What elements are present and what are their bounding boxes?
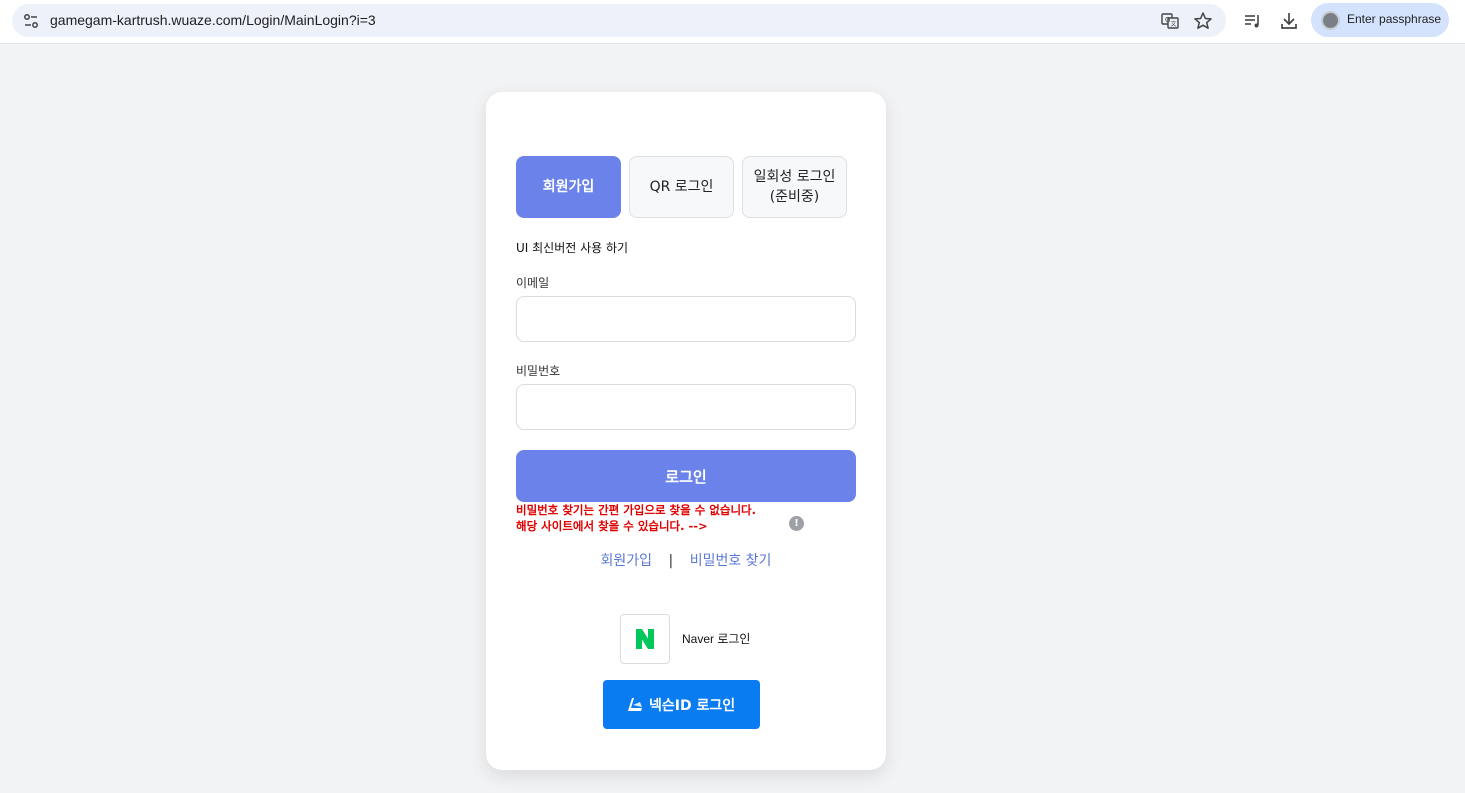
reading-list-icon[interactable] <box>1243 11 1263 31</box>
browser-toolbar: gamegam-kartrush.wuaze.com/Login/MainLog… <box>0 0 1465 44</box>
email-field[interactable] <box>516 296 856 342</box>
profile-button[interactable]: Enter passphrase <box>1311 3 1449 37</box>
nexon-id-login-button[interactable]: 넥슨ID 로그인 <box>603 680 760 729</box>
tab-one-time-login[interactable]: 일회성 로그인 (준비중) <box>742 156 847 218</box>
site-info-icon[interactable] <box>22 12 40 30</box>
url-text[interactable]: gamegam-kartrush.wuaze.com/Login/MainLog… <box>50 12 376 28</box>
naver-login-label[interactable]: Naver 로그인 <box>682 630 750 647</box>
login-card: 회원가입 QR 로그인 일회성 로그인 (준비중) UI 최신버전 사용 하기 … <box>486 92 886 770</box>
nexon-logo-icon <box>628 698 642 711</box>
account-links: 회원가입 | 비밀번호 찾기 <box>486 550 886 570</box>
svg-text:文: 文 <box>1171 20 1177 28</box>
signup-link[interactable]: 회원가입 <box>601 553 653 569</box>
bookmark-star-icon[interactable] <box>1193 11 1213 31</box>
tab-signup-label: 회원가입 <box>542 179 595 195</box>
address-bar[interactable]: gamegam-kartrush.wuaze.com/Login/MainLog… <box>12 4 1226 37</box>
info-icon[interactable]: ! <box>789 516 804 531</box>
naver-n-icon <box>636 629 654 649</box>
translate-icon[interactable]: G 文 <box>1160 11 1180 31</box>
download-icon[interactable] <box>1279 11 1299 31</box>
tab-signup[interactable]: 회원가입 <box>516 156 621 218</box>
profile-label: Enter passphrase <box>1347 12 1442 26</box>
find-password-link[interactable]: 비밀번호 찾기 <box>690 553 772 569</box>
login-button[interactable]: 로그인 <box>516 450 856 502</box>
password-field[interactable] <box>516 384 856 430</box>
link-separator: | <box>668 553 674 569</box>
email-label: 이메일 <box>516 276 550 290</box>
profile-avatar-icon <box>1321 11 1340 30</box>
naver-login-button[interactable] <box>620 614 670 664</box>
tab-qr-login[interactable]: QR 로그인 <box>629 156 734 218</box>
password-notice: 비밀번호 찾기는 간편 가입으로 찾을 수 없습니다. 해당 사이트에서 찾을 … <box>516 502 756 534</box>
tab-qr-login-label: QR 로그인 <box>649 179 714 195</box>
ui-latest-version-toggle[interactable]: UI 최신버전 사용 하기 <box>516 239 628 256</box>
tab-one-time-login-label: 일회성 로그인 (준비중) <box>753 169 836 205</box>
notice-line-2: 해당 사이트에서 찾을 수 있습니다. --> <box>516 519 708 533</box>
nexon-id-login-label: 넥슨ID 로그인 <box>649 698 736 714</box>
password-label: 비밀번호 <box>516 364 561 378</box>
notice-line-1: 비밀번호 찾기는 간편 가입으로 찾을 수 없습니다. <box>516 503 756 517</box>
